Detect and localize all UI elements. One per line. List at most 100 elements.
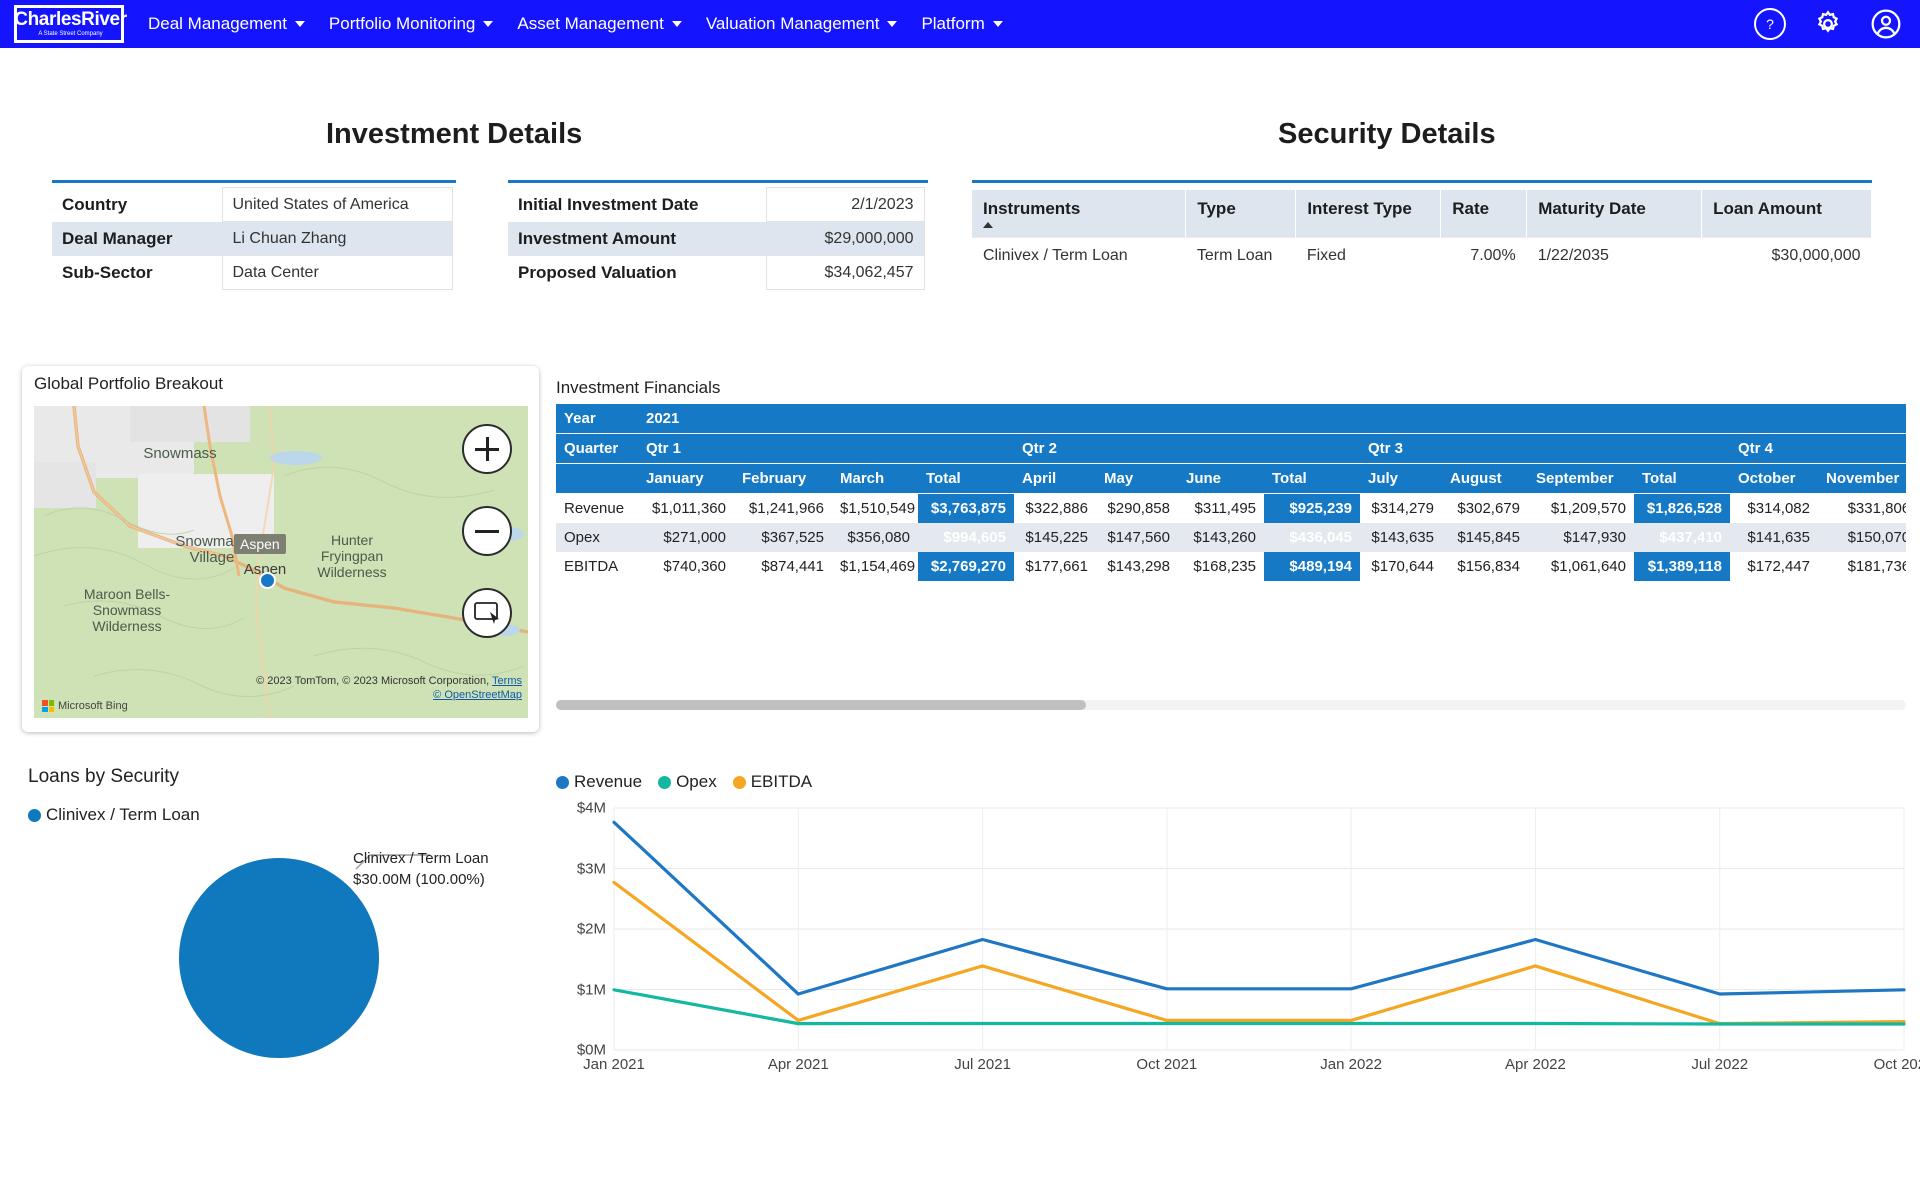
cell-maturity-date: 1/22/2035	[1526, 237, 1702, 274]
chart-series-revenue[interactable]	[612, 820, 1906, 996]
table-row[interactable]: Proposed Valuation $34,062,457	[508, 255, 925, 290]
month-header-q3-total[interactable]: Total	[1634, 463, 1730, 494]
map-terms-link[interactable]: Terms	[492, 675, 522, 687]
financials-cell: $168,235	[1193, 558, 1256, 575]
month-header-february[interactable]: February	[734, 463, 832, 494]
table-row[interactable]: Initial Investment Date 2/1/2023	[508, 187, 925, 222]
scrollbar-thumb[interactable]	[556, 700, 1086, 710]
financials-horizontal-scrollbar[interactable]	[556, 700, 1906, 710]
investment-financials-matrix[interactable]: Year 2021 Quarter Qtr 1 Qtr 2 Qtr 3 Qtr …	[556, 404, 1906, 639]
month-header-june[interactable]: June	[1178, 463, 1264, 494]
financials-cell: $147,560	[1096, 523, 1178, 552]
map-canvas[interactable]: Snowmass Snowmass Village Aspen Hunter F…	[34, 406, 528, 718]
charles-river-logo[interactable]: CharlesRiver A State Street Company	[14, 5, 127, 43]
row-key: Deal Manager	[52, 221, 222, 256]
map-label-hunter-fryingpan-wilderness: Hunter Fryingpan Wilderness	[317, 532, 387, 580]
table-row[interactable]: EBITDA $740,360 $874,441 $1,154,469 $2,769,2…	[556, 552, 1906, 581]
map-location-pin[interactable]	[259, 572, 276, 589]
row-value: $29,000,000	[765, 221, 925, 256]
table-row[interactable]: Investment Amount $29,000,000	[508, 221, 925, 256]
column-header-interest-type[interactable]: Interest Type	[1295, 190, 1442, 238]
pie-legend: Clinivex / Term Loan	[28, 805, 200, 825]
month-header-august[interactable]: August	[1442, 463, 1528, 494]
month-header-october[interactable]: October	[1730, 463, 1818, 494]
chart-x-tick-label: Apr 2021	[767, 1056, 829, 1073]
legend-swatch-ebitda	[732, 775, 746, 789]
column-header-maturity-date[interactable]: Maturity Date	[1526, 190, 1703, 238]
financials-row-label: Revenue	[564, 500, 625, 517]
investment-details-right-rule	[508, 180, 928, 183]
pie-callout-name: Clinivex / Term Loan	[353, 850, 489, 867]
financials-cell: $141,635	[1730, 523, 1818, 552]
financials-cell: $172,447	[1747, 558, 1810, 575]
map-zoom-in-button[interactable]	[462, 424, 512, 474]
nav-item-portfolio-monitoring[interactable]: Portfolio Monitoring	[329, 14, 494, 34]
table-row[interactable]: Deal Manager Li Chuan Zhang	[52, 221, 453, 256]
chart-x-tick-label: Jul 2022	[1691, 1056, 1749, 1073]
map-attribution-text: © 2023 TomTom, © 2023 Microsoft Corporat…	[256, 675, 490, 687]
logo-wordmark: CharlesRiver	[14, 9, 127, 30]
column-header-instruments[interactable]: Instruments	[972, 190, 1187, 238]
financials-cell: $740,360	[663, 558, 726, 575]
sort-ascending-icon	[983, 222, 993, 228]
quarter-header-qtr1[interactable]: Qtr 1	[638, 433, 1014, 464]
table-row[interactable]: Opex $271,000 $367,525 $356,080 $994,605 $145…	[556, 523, 1906, 552]
nav-item-deal-management[interactable]: Deal Management	[148, 14, 305, 34]
financials-cell: $1,061,640	[1550, 558, 1626, 575]
quarter-header-qtr4[interactable]: Qtr 4	[1730, 433, 1906, 464]
month-header-q1-total[interactable]: Total	[918, 463, 1014, 494]
svg-text:?: ?	[1766, 16, 1774, 32]
table-row[interactable]: Country United States of America	[52, 187, 453, 222]
financials-cell: $874,441	[761, 558, 824, 575]
legend-item-opex[interactable]: Opex	[658, 772, 717, 792]
table-row[interactable]: Revenue $1,011,360 $1,241,966 $1,510,549 $3,…	[556, 493, 1906, 523]
investment-details-title: Investment Details	[326, 118, 583, 150]
loans-pie-chart[interactable]	[179, 858, 379, 1058]
month-header-september[interactable]: September	[1528, 463, 1634, 494]
investment-financials-line-chart[interactable]: $0M $1M $2M $3M $4M Jan 2021 Apr 2021 Jul 2021…	[556, 800, 1920, 1100]
financials-cell: $1,510,549	[840, 500, 916, 517]
financials-total-cell: $994,605	[918, 523, 1014, 552]
month-header-january[interactable]: January	[638, 463, 734, 494]
column-header-loan-amount[interactable]: Loan Amount	[1701, 190, 1872, 238]
month-header-may[interactable]: May	[1096, 463, 1178, 494]
financials-cell: $143,298	[1107, 558, 1170, 575]
cell-interest-type: Fixed	[1295, 237, 1441, 274]
financials-cell: $311,495	[1194, 500, 1256, 517]
gear-icon[interactable]	[1812, 8, 1844, 40]
quarter-header-qtr2[interactable]: Qtr 2	[1014, 433, 1360, 464]
chart-x-tick-label: Jul 2021	[954, 1056, 1011, 1073]
cell-type: Term Loan	[1185, 237, 1296, 274]
nav-item-valuation-management[interactable]: Valuation Management	[706, 14, 898, 34]
month-header-november[interactable]: November	[1818, 463, 1906, 494]
top-navigation-bar: CharlesRiver A State Street Company Deal…	[0, 0, 1920, 48]
row-value: $34,062,457	[765, 255, 925, 290]
month-header-march[interactable]: March	[832, 463, 918, 494]
legend-item-ebitda[interactable]: EBITDA	[732, 772, 812, 792]
month-header-april[interactable]: April	[1014, 463, 1096, 494]
financials-cell: $290,858	[1107, 500, 1170, 517]
financials-total-cell: $1,826,528	[1634, 493, 1730, 523]
nav-item-asset-management[interactable]: Asset Management	[517, 14, 682, 34]
user-account-icon[interactable]	[1870, 8, 1902, 40]
column-header-type[interactable]: Type	[1185, 190, 1297, 238]
map-openstreetmap-link[interactable]: © OpenStreetMap	[433, 689, 522, 701]
month-header-q2-total[interactable]: Total	[1264, 463, 1360, 494]
table-row[interactable]: Clinivex / Term Loan Term Loan Fixed 7.0…	[972, 237, 1872, 274]
table-row[interactable]: Sub-Sector Data Center	[52, 255, 453, 290]
map-zoom-out-button[interactable]	[462, 506, 512, 556]
financials-cell: $143,635	[1360, 523, 1442, 552]
column-header-rate[interactable]: Rate	[1440, 190, 1528, 238]
row-key: Investment Amount	[508, 221, 766, 256]
nav-item-platform[interactable]: Platform	[921, 14, 1003, 34]
month-header-july[interactable]: July	[1360, 463, 1442, 494]
help-icon[interactable]: ?	[1754, 8, 1786, 40]
financials-total-cell: $1,389,118	[1634, 552, 1730, 581]
chart-series-ebitda[interactable]	[612, 880, 1906, 1026]
legend-item-revenue[interactable]: Revenue	[556, 772, 642, 792]
financials-cell: $271,000	[638, 523, 734, 552]
map-select-mode-button[interactable]	[462, 588, 512, 638]
logo-tagline: A State Street Company	[38, 31, 103, 37]
pie-callout: Clinivex / Term Loan $30.00M (100.00%)	[353, 848, 489, 890]
quarter-header-qtr3[interactable]: Qtr 3	[1360, 433, 1730, 464]
